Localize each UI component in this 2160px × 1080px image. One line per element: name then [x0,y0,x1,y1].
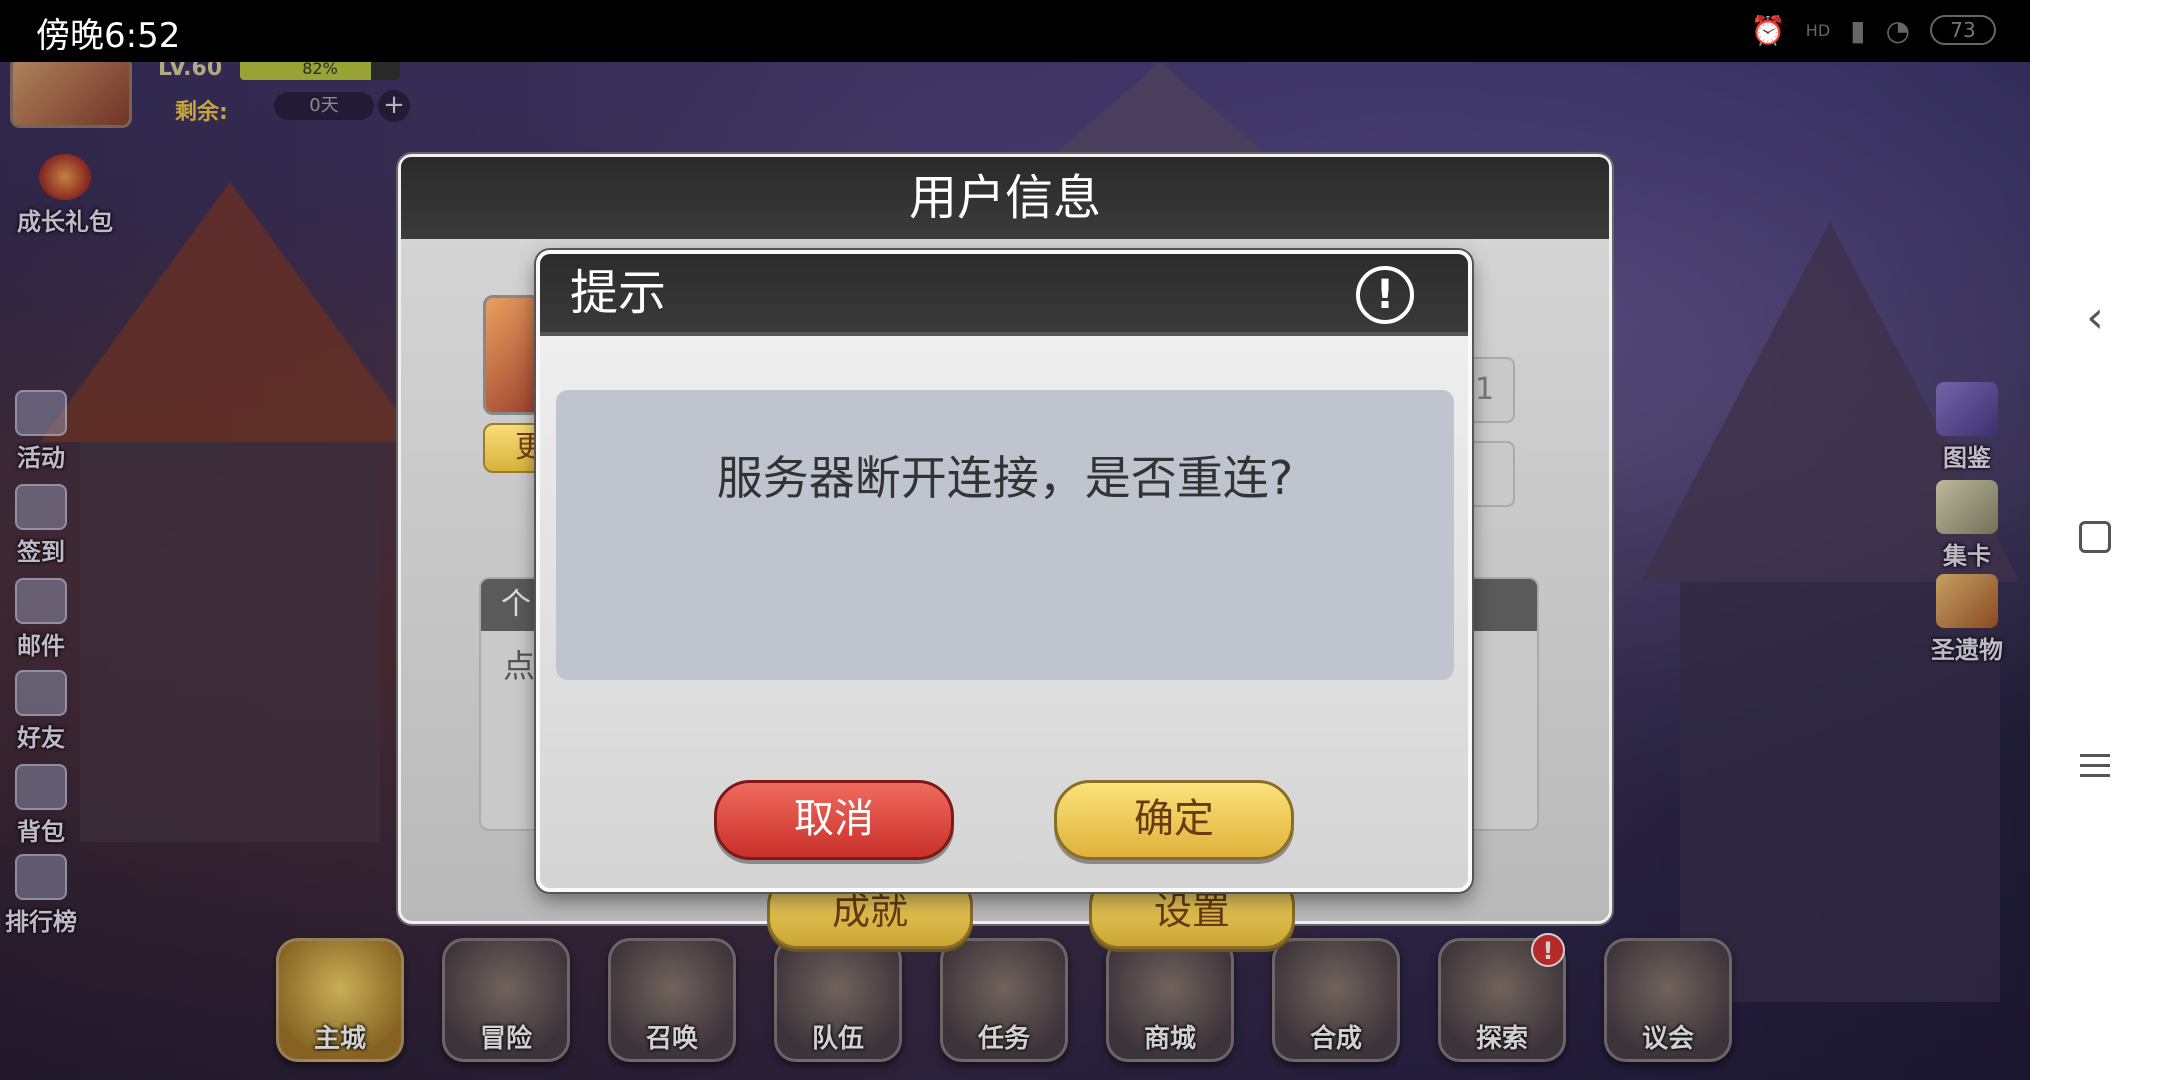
dialog-header: 提示 ! [540,254,1468,336]
dialog-message: 服务器断开连接，是否重连? [716,451,1294,505]
device-screen: 傍晚6:52 ⏰ HD ▮ ◔ 73 LV.60 82% 剩余: 0天 + 成长… [0,0,2160,1080]
chevron-left-icon: ‹ [2086,291,2104,343]
user-panel-title: 用户信息 [401,157,1609,239]
reconnect-dialog: 提示 ! 服务器断开连接，是否重连? 取消 确定 [536,250,1472,892]
dialog-body: 服务器断开连接，是否重连? [556,390,1454,680]
status-icons: ⏰ HD ▮ ◔ 73 [1751,8,1996,52]
wifi-icon: ◔ [1885,13,1910,47]
square-icon [2079,521,2111,553]
recents-button[interactable] [2070,740,2120,790]
network-label: HD [1805,20,1831,40]
system-nav-bar: ‹ [2030,0,2160,1080]
status-bar: 傍晚6:52 ⏰ HD ▮ ◔ 73 [0,0,2030,62]
signal-icon: ▮ [1850,13,1866,47]
status-time: 傍晚6:52 [36,16,181,56]
menu-line-icon [2080,753,2110,757]
confirm-button[interactable]: 确定 [1054,780,1294,860]
home-button[interactable] [2070,512,2120,562]
menu-line-icon [2080,773,2110,777]
menu-line-icon [2080,763,2110,767]
alarm-icon: ⏰ [1750,13,1786,47]
battery-indicator: 73 [1930,15,1996,45]
back-button[interactable]: ‹ [2070,291,2120,343]
cancel-button[interactable]: 取消 [714,780,954,860]
dialog-title: 提示 [570,265,667,321]
game-scene: LV.60 82% 剩余: 0天 + 成长礼包 活动 签到 邮件 好友 背包 排… [0,62,2030,1080]
exclamation-icon: ! [1356,266,1414,324]
